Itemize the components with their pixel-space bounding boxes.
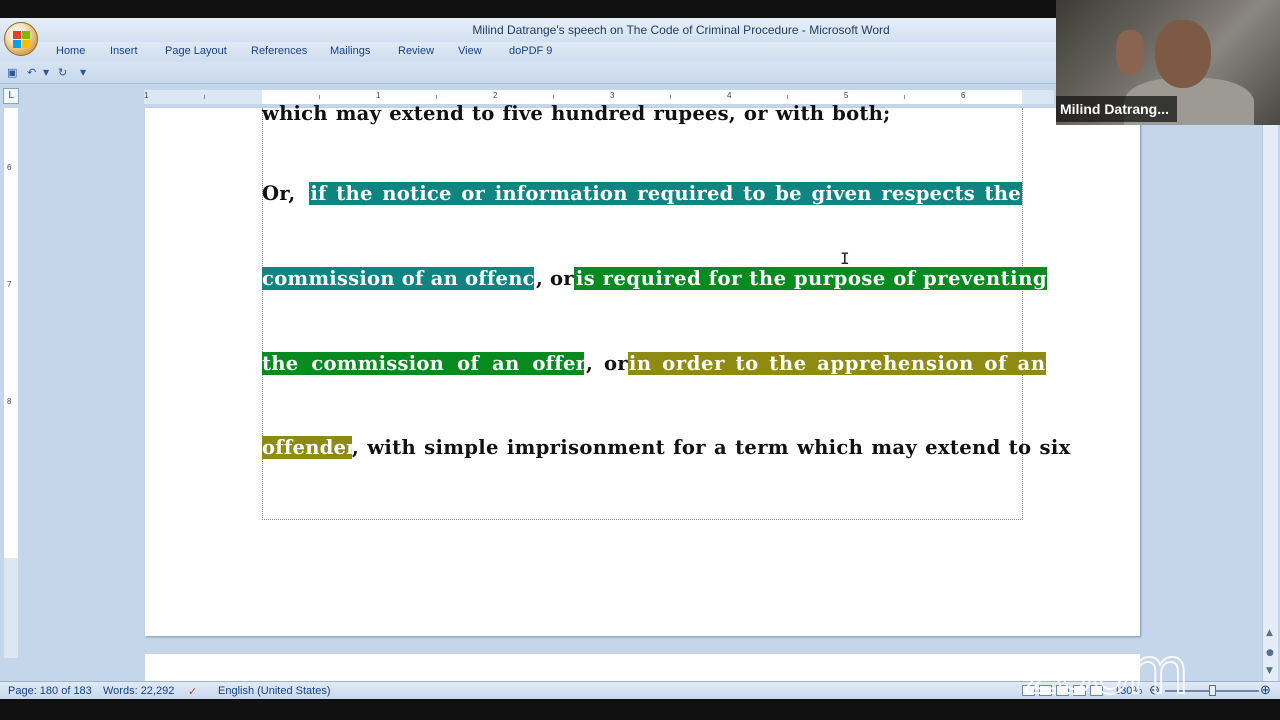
ruler-number: 4 <box>727 91 732 100</box>
tab-selector-icon[interactable]: L <box>3 88 19 104</box>
zoom-in-icon[interactable]: ⊕ <box>1260 682 1271 698</box>
highlight-olive: in order to the apprehension of an <box>627 352 1046 375</box>
ruler-tick <box>670 95 671 99</box>
doc-word: be <box>775 182 802 205</box>
zoom-watermark: zoom <box>1023 634 1190 699</box>
highlight-teal: commission of an offence <box>262 267 548 290</box>
vruler-number: 8 <box>7 397 12 406</box>
doc-word: if <box>310 182 327 205</box>
highlight-green: is required for the purpose of preventin… <box>573 267 1048 290</box>
select-browse-object-icon[interactable]: ● <box>1266 648 1274 658</box>
tab-insert[interactable]: Insert <box>110 45 138 57</box>
window-title-text: Milind Datrange's speech on The Code of … <box>472 23 890 37</box>
ruler-number: 5 <box>844 91 849 100</box>
vertical-ruler[interactable]: 6 7 8 <box>4 108 18 658</box>
save-icon[interactable]: ▣ <box>7 66 17 79</box>
doc-line-2: Or, if the notice or information require… <box>262 182 1022 205</box>
next-page-icon[interactable]: ▼ <box>1266 666 1273 676</box>
doc-word: or <box>461 182 486 205</box>
ruler-number: 1 <box>376 91 381 100</box>
office-button[interactable] <box>4 22 38 56</box>
doc-line-1: which may extend to five hundred rupees,… <box>262 102 1022 125</box>
undo-dropdown-icon[interactable]: ▼ <box>43 68 49 77</box>
ruler-tick <box>204 95 205 99</box>
highlight-teal: if the notice or information required to… <box>309 182 1022 205</box>
doc-word: given <box>811 182 872 205</box>
ruler-number: 1 <box>144 91 149 100</box>
tab-mailings[interactable]: Mailings <box>330 45 370 57</box>
doc-word: required <box>637 182 734 205</box>
ruler-number: 2 <box>493 91 498 100</box>
prev-page-icon[interactable]: ▲ <box>1266 628 1273 638</box>
ruler-tick <box>553 95 554 99</box>
doc-word: notice <box>382 182 452 205</box>
doc-text: which may extend to five hundred rupees,… <box>262 102 891 125</box>
vruler-active-area <box>4 108 18 558</box>
vruler-number: 7 <box>7 280 12 289</box>
doc-line-3: commission of an offence , or is require… <box>262 267 1048 290</box>
doc-word: the <box>336 182 373 205</box>
document-page[interactable]: which may extend to five hundred rupees,… <box>145 102 1140 636</box>
page-count[interactable]: Page: 180 of 183 <box>8 685 92 697</box>
tab-home[interactable]: Home <box>56 45 85 57</box>
ruler-tick <box>319 95 320 99</box>
tab-references[interactable]: References <box>251 45 307 57</box>
ruler-tick <box>787 95 788 99</box>
ruler-number: 3 <box>610 91 615 100</box>
participant-head <box>1155 20 1211 88</box>
ruler-tick <box>904 95 905 99</box>
doc-text: , with simple imprisonment for a term wh… <box>352 436 1071 459</box>
screen-bottom-bar <box>0 699 1280 720</box>
doc-text: Or, <box>262 182 296 205</box>
participant-hand <box>1116 30 1144 74</box>
language-status[interactable]: English (United States) <box>218 685 331 697</box>
vertical-scrollbar[interactable]: ▲ ▲ ● ▼ <box>1262 108 1278 683</box>
proofing-icon[interactable]: ✓ <box>188 685 197 698</box>
doc-word: to <box>743 182 766 205</box>
zoom-slider-thumb[interactable] <box>1209 685 1216 696</box>
undo-icon[interactable]: ↶ <box>27 66 36 79</box>
doc-line-5: offender , with simple imprisonment for … <box>262 436 1070 459</box>
word-count[interactable]: Words: 22,292 <box>103 685 174 697</box>
next-page[interactable] <box>145 654 1140 684</box>
vruler-number: 6 <box>7 163 12 172</box>
redo-icon[interactable]: ↻ <box>58 66 67 79</box>
office-logo-icon <box>13 31 30 48</box>
participant-name: Milind Datrang... <box>1056 96 1177 122</box>
doc-word: respects <box>881 182 975 205</box>
tab-view[interactable]: View <box>458 45 482 57</box>
customize-qat-icon[interactable]: ▼ <box>80 68 86 77</box>
ruler-number: 6 <box>961 91 966 100</box>
highlight-green: the commission of an offence <box>262 352 615 375</box>
doc-text: , or <box>586 352 628 375</box>
doc-line-4: the commission of an offence , or in ord… <box>262 352 1046 375</box>
tab-dopdf[interactable]: doPDF 9 <box>509 45 552 57</box>
doc-word: information <box>494 182 628 205</box>
ruler-tick <box>436 95 437 99</box>
text-cursor-icon: I <box>840 249 850 268</box>
tab-review[interactable]: Review <box>398 45 434 57</box>
tab-page-layout[interactable]: Page Layout <box>165 45 227 57</box>
highlight-olive: offender <box>262 436 357 459</box>
doc-word: the <box>984 182 1021 205</box>
doc-text: , or <box>536 267 574 290</box>
participant-video[interactable]: Milind Datrang... <box>1056 0 1280 125</box>
